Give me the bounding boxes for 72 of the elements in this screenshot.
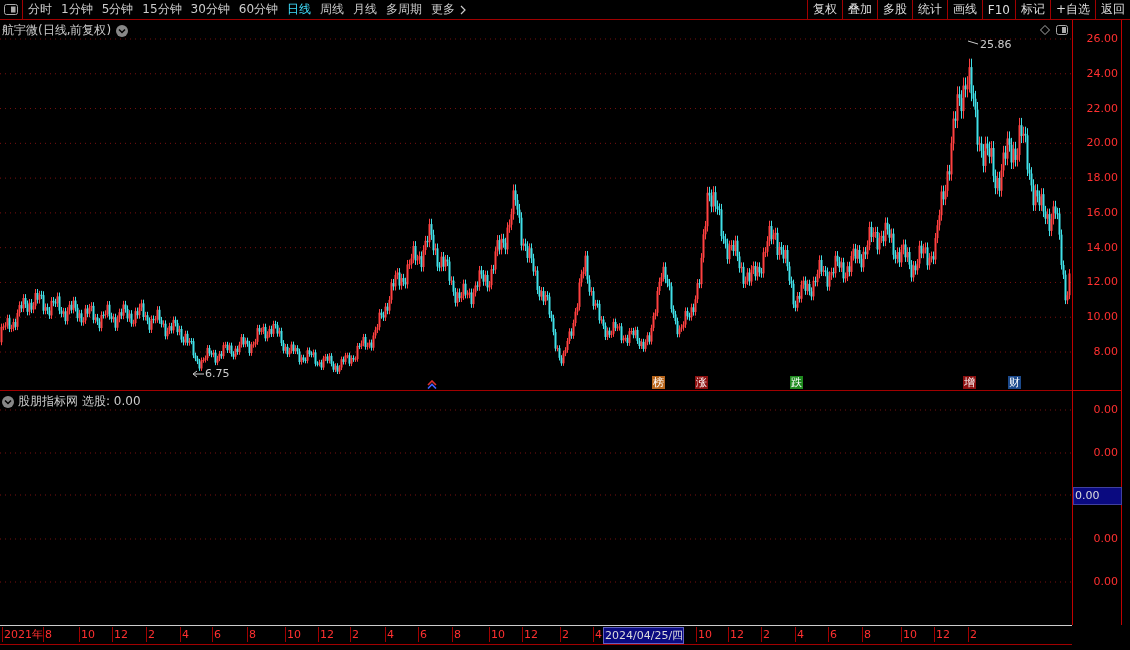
date-label: 4 [385, 627, 394, 642]
period-tab[interactable]: 日线 [282, 0, 316, 19]
date-label: 12 [112, 627, 128, 642]
date-label: 6 [828, 627, 837, 642]
price-label: 6.75 [205, 367, 230, 380]
date-label: 10 [285, 627, 301, 642]
period-tab[interactable]: 分时 [23, 0, 56, 19]
axis-label: 0.00 [1093, 531, 1118, 547]
date-label: 2 [560, 627, 569, 642]
axis-label: 12.00 [1086, 274, 1118, 291]
cursor-date: 2024/04/25/四 [603, 627, 685, 644]
axis-label: 0.00 [1093, 402, 1118, 418]
signal-tag: 涨 [695, 376, 708, 389]
axis-label: 18.00 [1086, 170, 1118, 187]
axis-label: 26.00 [1086, 31, 1118, 47]
date-label: 8 [43, 627, 52, 642]
signal-tag: 跌 [790, 376, 803, 389]
date-label: 2 [968, 627, 977, 642]
date-label: 10 [901, 627, 917, 642]
date-label: 8 [247, 627, 256, 642]
signal-tag: 增 [963, 376, 976, 389]
signal-tag: 榜 [652, 376, 665, 389]
date-label: 10 [79, 627, 95, 642]
axis-label: 20.00 [1086, 135, 1118, 152]
axis-label: 16.00 [1086, 204, 1118, 221]
leader-line [967, 40, 979, 45]
date-label: 8 [452, 627, 461, 642]
dropdown-icon[interactable] [2, 395, 14, 408]
period-tab[interactable]: 多周期 [381, 0, 427, 19]
date-label: 10 [489, 627, 505, 642]
date-label: 8 [862, 627, 871, 642]
chart-title: 航宇微(日线,前复权) [2, 22, 112, 39]
date-label: 12 [934, 627, 950, 642]
current-value-label: 0.00 [1073, 487, 1122, 505]
panel-toggle-icon[interactable] [1056, 25, 1068, 35]
date-label: 2 [761, 627, 770, 642]
chevron-icon[interactable] [460, 4, 467, 15]
dropdown-icon[interactable] [116, 24, 129, 37]
axis-label: 10.00 [1086, 309, 1118, 326]
period-tab[interactable]: 更多 [426, 0, 460, 19]
period-tab[interactable]: 周线 [315, 0, 349, 19]
date-label: 12 [728, 627, 744, 642]
indicator-name: 股朋指标网 [18, 393, 78, 410]
axis-label: 0.00 [1093, 445, 1118, 461]
date-label: 12 [522, 627, 538, 642]
date-label: 2021年 [2, 627, 43, 642]
date-label: 4 [795, 627, 804, 642]
double-arrow-icon [427, 380, 437, 389]
signal-tag: 财 [1008, 376, 1021, 389]
date-label: 6 [418, 627, 427, 642]
period-tab[interactable]: 5分钟 [96, 0, 138, 19]
axis-label: 8.00 [1093, 344, 1118, 360]
period-tab[interactable]: 月线 [348, 0, 382, 19]
date-label: 4 [180, 627, 189, 642]
period-tab[interactable]: 1分钟 [56, 0, 97, 19]
date-label: 2 [146, 627, 155, 642]
axis-label: 14.00 [1086, 239, 1118, 256]
axis-label: 0.00 [1093, 574, 1118, 590]
axis-label: 24.00 [1086, 65, 1118, 82]
period-tab[interactable]: 15分钟 [137, 0, 186, 19]
date-label: 12 [318, 627, 334, 642]
price-label: 25.86 [980, 38, 1012, 51]
indicator-reading: 选股: 0.00 [82, 393, 141, 410]
date-label: 6 [212, 627, 221, 642]
arrow-icon [192, 370, 205, 378]
date-label: 4 [593, 627, 602, 642]
diamond-icon[interactable] [1040, 25, 1050, 35]
date-label: 2 [350, 627, 359, 642]
period-tab[interactable]: 60分钟 [233, 0, 283, 19]
period-tab[interactable]: 30分钟 [185, 0, 234, 19]
axis-label: 22.00 [1086, 100, 1118, 117]
date-label: 10 [696, 627, 712, 642]
